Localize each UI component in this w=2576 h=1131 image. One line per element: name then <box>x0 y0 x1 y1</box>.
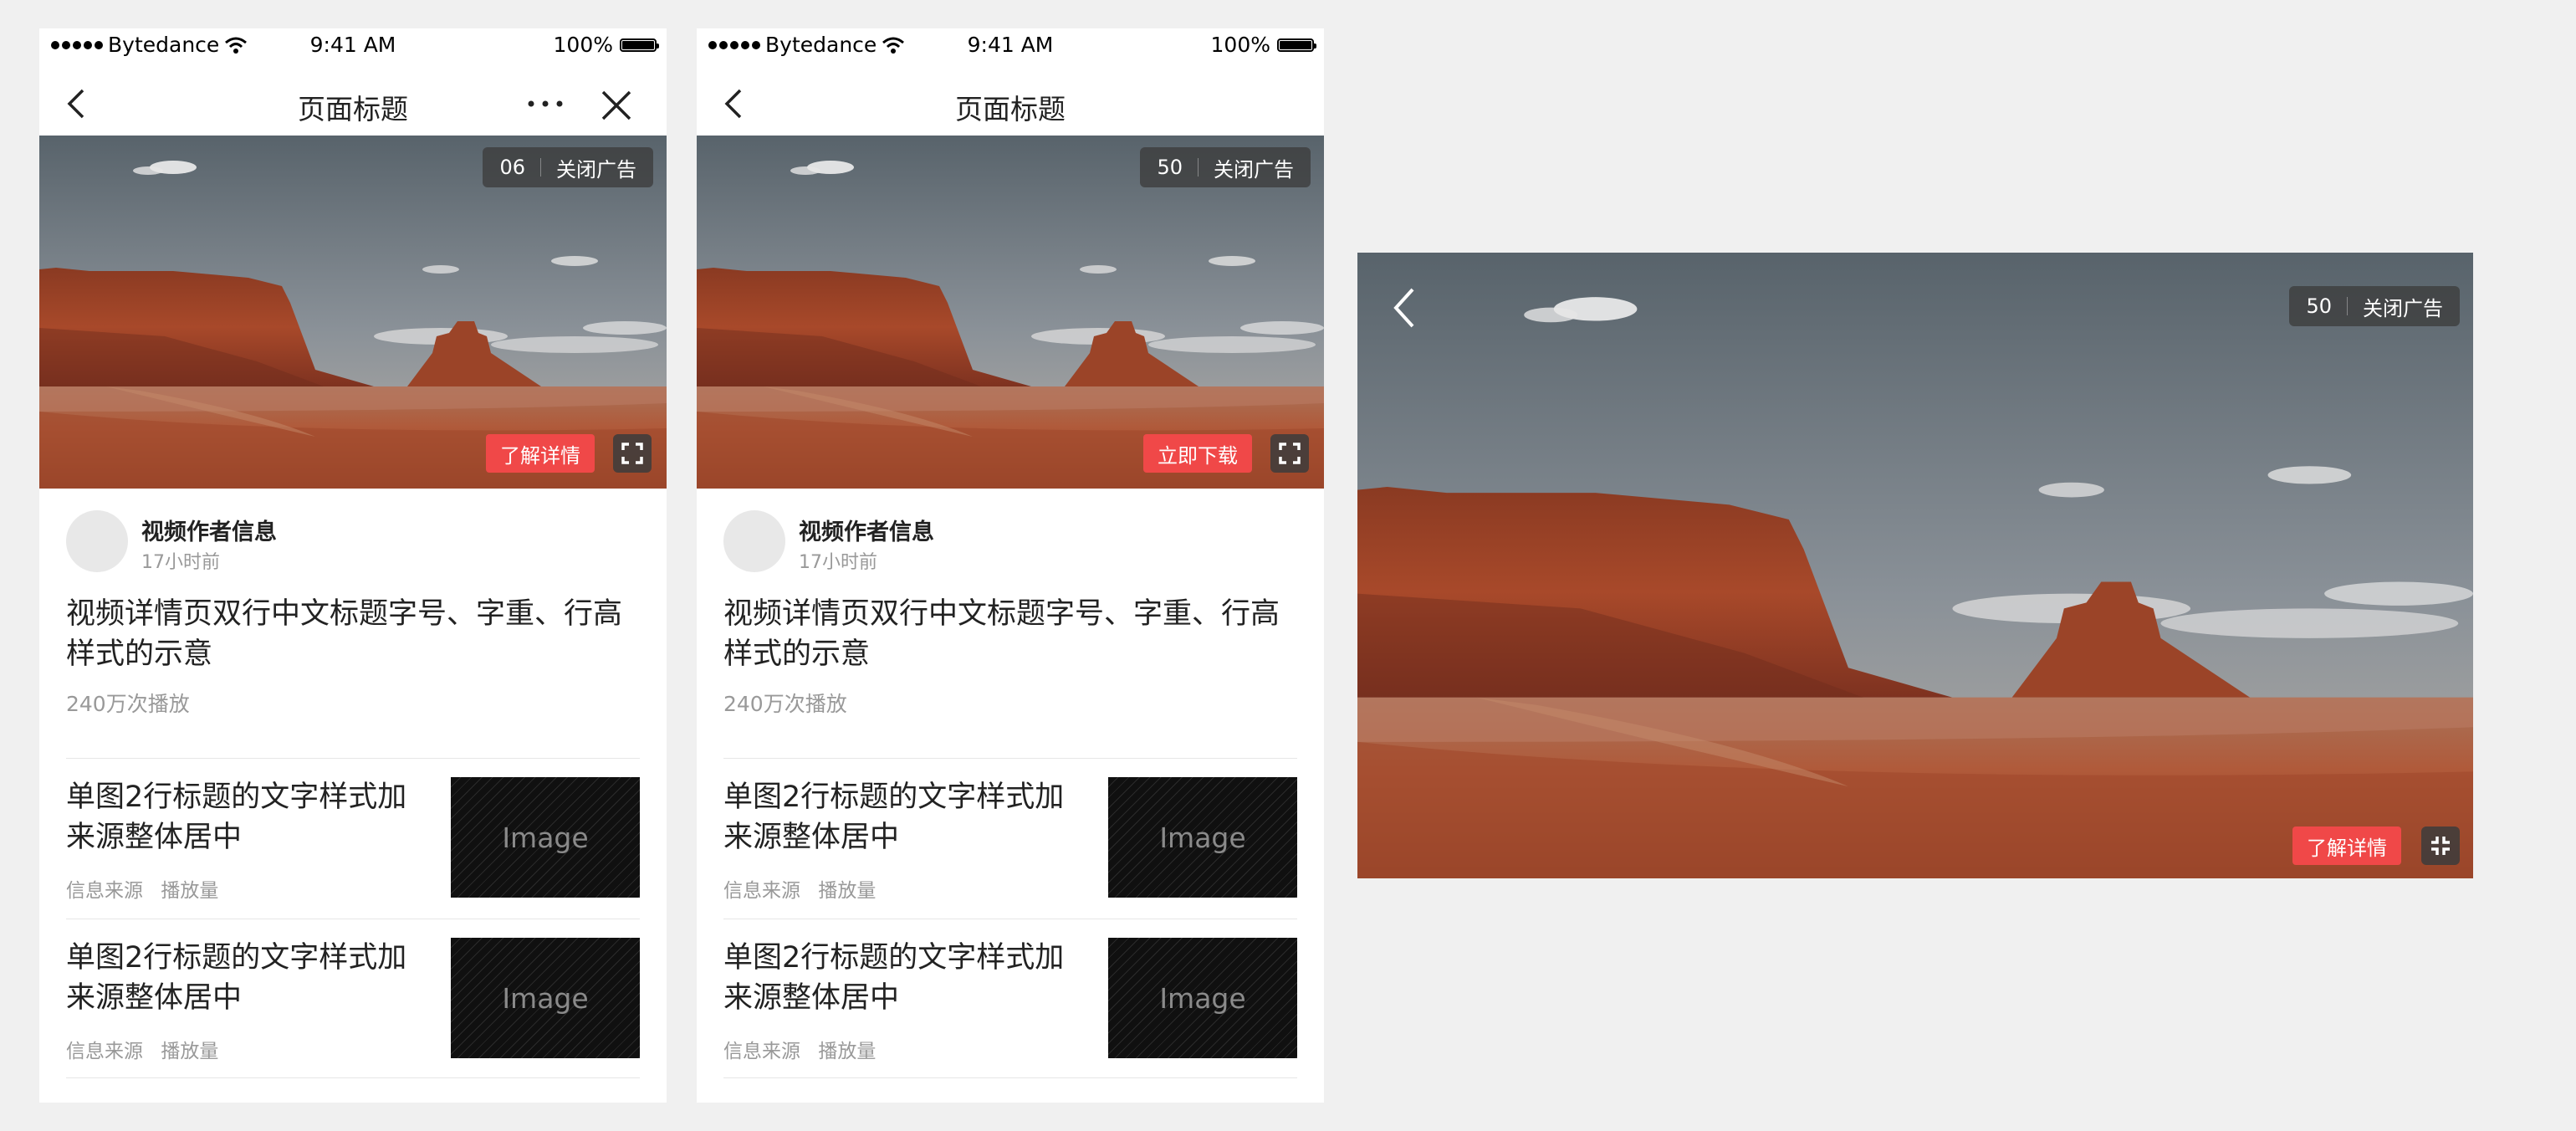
view-count: 240万次播放 <box>66 692 190 716</box>
battery-label: 100% <box>553 33 613 57</box>
item-meta: 信息来源 播放量 <box>723 874 887 903</box>
video-frame <box>1357 253 2473 878</box>
item-plays: 播放量 <box>161 880 219 902</box>
divider <box>723 758 1297 759</box>
item-meta: 信息来源 播放量 <box>723 1035 887 1063</box>
item-thumbnail: Image <box>451 777 640 898</box>
item-meta: 信息来源 播放量 <box>66 1035 230 1063</box>
page-title: 页面标题 <box>955 93 1066 125</box>
close-ad-button[interactable]: 关闭广告 <box>541 153 653 182</box>
status-bar: Bytedance 9:41 AM 100% <box>39 28 667 62</box>
status-bar: Bytedance 9:41 AM 100% <box>697 28 1324 62</box>
more-dots-icon[interactable] <box>524 89 566 119</box>
close-icon[interactable] <box>600 89 633 122</box>
ad-countdown-pill: 06 关闭广告 <box>483 147 653 187</box>
close-ad-button[interactable]: 关闭广告 <box>1199 153 1311 182</box>
fullscreen-button[interactable] <box>1270 434 1309 473</box>
avatar[interactable] <box>66 510 128 572</box>
item-title: 单图2行标题的文字样式加来源整体居中 <box>723 780 1065 854</box>
item-plays: 播放量 <box>818 1041 877 1062</box>
video-player[interactable]: 50 关闭广告 立即下载 <box>697 136 1324 489</box>
author-name: 视频作者信息 <box>141 519 277 545</box>
phone-screen-2: Bytedance 9:41 AM 100% 页面标题 50 关闭广告 立即下载… <box>697 28 1324 1103</box>
divider <box>66 1077 640 1078</box>
video-player[interactable]: 06 关闭广告 了解详情 <box>39 136 667 489</box>
phone-screen-1: Bytedance 9:41 AM 100% 页面标题 06 关闭广告 了解详情… <box>39 28 667 1103</box>
divider <box>66 758 640 759</box>
avatar[interactable] <box>723 510 785 572</box>
item-source: 信息来源 <box>723 1041 800 1062</box>
battery-label: 100% <box>1210 33 1270 57</box>
item-title: 单图2行标题的文字样式加来源整体居中 <box>66 941 407 1015</box>
divider <box>723 1077 1297 1078</box>
item-thumbnail: Image <box>451 938 640 1058</box>
list-item[interactable]: 单图2行标题的文字样式加来源整体居中 信息来源 播放量 Image <box>723 938 1297 1072</box>
fullscreen-video-player[interactable]: 50 关闭广告 了解详情 <box>1357 253 2473 878</box>
learn-more-button[interactable]: 了解详情 <box>2292 826 2401 865</box>
item-source: 信息来源 <box>723 880 800 902</box>
item-plays: 播放量 <box>161 1041 219 1062</box>
item-title: 单图2行标题的文字样式加来源整体居中 <box>723 941 1065 1015</box>
ad-countdown: 50 <box>1157 156 1183 179</box>
item-thumbnail: Image <box>1108 777 1297 898</box>
item-thumbnail: Image <box>1108 938 1297 1058</box>
item-source: 信息来源 <box>66 880 143 902</box>
fullscreen-icon <box>621 443 643 464</box>
close-ad-button[interactable]: 关闭广告 <box>2348 292 2460 321</box>
nav-bar: 页面标题 <box>697 65 1324 141</box>
fullscreen-button[interactable] <box>613 434 652 473</box>
learn-more-button[interactable]: 了解详情 <box>486 434 595 473</box>
author-info[interactable]: 视频作者信息 17小时前 <box>723 510 1301 577</box>
list-item[interactable]: 单图2行标题的文字样式加来源整体居中 信息来源 播放量 Image <box>66 938 640 1072</box>
ad-countdown-pill: 50 关闭广告 <box>1140 147 1311 187</box>
page-title: 页面标题 <box>298 93 408 125</box>
video-title: 视频详情页双行中文标题字号、字重、行高样式的示意 <box>723 597 1280 671</box>
view-count: 240万次播放 <box>723 692 847 716</box>
exit-fullscreen-icon <box>2431 837 2450 855</box>
item-plays: 播放量 <box>818 880 877 902</box>
video-title: 视频详情页双行中文标题字号、字重、行高样式的示意 <box>66 597 623 671</box>
battery-icon <box>1277 38 1316 52</box>
chevron-left-icon[interactable] <box>1388 286 1421 330</box>
post-time: 17小时前 <box>141 552 220 573</box>
ad-countdown: 06 <box>499 156 525 179</box>
list-item[interactable]: 单图2行标题的文字样式加来源整体居中 信息来源 播放量 Image <box>723 777 1297 911</box>
author-info[interactable]: 视频作者信息 17小时前 <box>66 510 643 577</box>
download-now-button[interactable]: 立即下载 <box>1143 434 1252 473</box>
item-source: 信息来源 <box>66 1041 143 1062</box>
post-time: 17小时前 <box>799 552 877 573</box>
exit-fullscreen-button[interactable] <box>2421 826 2460 865</box>
nav-bar: 页面标题 <box>39 65 667 141</box>
fullscreen-icon <box>1279 443 1301 464</box>
ad-countdown-pill: 50 关闭广告 <box>2289 286 2460 326</box>
list-item[interactable]: 单图2行标题的文字样式加来源整体居中 信息来源 播放量 Image <box>66 777 640 911</box>
author-name: 视频作者信息 <box>799 519 934 545</box>
item-title: 单图2行标题的文字样式加来源整体居中 <box>66 780 407 854</box>
battery-icon <box>620 38 659 52</box>
ad-countdown: 50 <box>2306 294 2332 318</box>
item-meta: 信息来源 播放量 <box>66 874 230 903</box>
